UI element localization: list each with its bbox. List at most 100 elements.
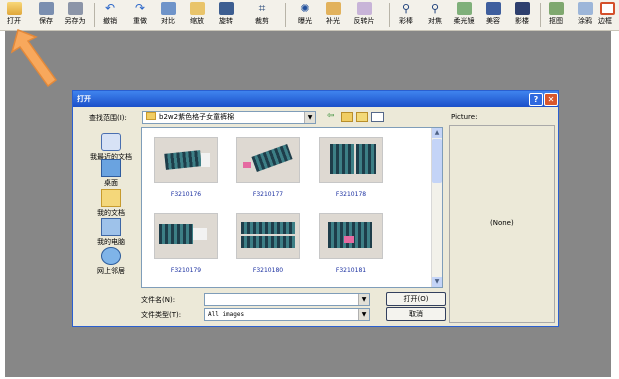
- close-button[interactable]: ✕: [544, 93, 558, 106]
- exposure-icon: ✺: [300, 2, 310, 15]
- pointer-arrow-icon: [10, 28, 58, 88]
- toolbar-exposure-button[interactable]: ✺ 曝光: [292, 1, 318, 29]
- chevron-down-icon[interactable]: ▼: [304, 112, 315, 123]
- file-list-scrollbar[interactable]: ▲ ▼: [431, 128, 442, 287]
- focus-icon: ⚲: [430, 2, 440, 15]
- toolbar-separator: [285, 3, 286, 27]
- filetype-label: 文件类型(T):: [141, 311, 182, 319]
- new-folder-icon[interactable]: [356, 112, 368, 122]
- place-desktop[interactable]: 桌面: [81, 159, 141, 188]
- toolbar-undo-button[interactable]: ↶ 撤销: [97, 1, 123, 29]
- save-as-icon: [67, 2, 83, 15]
- toolbar-save-as-button[interactable]: 另存为: [62, 1, 88, 29]
- filetype-value: All images: [208, 311, 245, 318]
- toolbar-save-button[interactable]: 保存: [33, 1, 59, 29]
- image-thumbnail: [319, 137, 383, 183]
- up-folder-icon[interactable]: [341, 112, 353, 122]
- toolbar-focus-button[interactable]: ⚲ 对焦: [422, 1, 448, 29]
- toolbar-color-wand-button[interactable]: ⚲ 彩棒: [393, 1, 419, 29]
- file-thumbnail[interactable]: F3210180: [236, 213, 300, 274]
- file-name: F3210177: [252, 191, 284, 198]
- open-button[interactable]: 打开(O): [386, 292, 446, 306]
- file-thumbnail[interactable]: F3210177: [236, 137, 300, 198]
- open-folder-icon: [6, 2, 22, 15]
- redo-icon: ↷: [134, 1, 146, 15]
- file-name: F3210180: [252, 267, 284, 274]
- file-thumbnail[interactable]: F3210178: [319, 137, 383, 198]
- toolbar-separator: [540, 3, 541, 27]
- workspace-edge: [611, 31, 619, 379]
- toolbar-open-button[interactable]: 打开: [1, 1, 27, 29]
- view-menu-icon[interactable]: [371, 112, 384, 122]
- rotate-icon: [218, 2, 234, 15]
- chevron-down-icon[interactable]: ▼: [358, 294, 369, 305]
- color-wand-icon: ⚲: [401, 2, 411, 15]
- picture-label: Picture:: [451, 113, 478, 121]
- file-thumbnail[interactable]: F3210181: [319, 213, 383, 274]
- picture-preview: (None): [449, 125, 555, 323]
- filetype-select[interactable]: All images ▼: [204, 308, 370, 321]
- filename-input[interactable]: ▼: [204, 293, 370, 306]
- toolbar-cutout-button[interactable]: 抠图: [543, 1, 569, 29]
- filename-label: 文件名(N):: [141, 296, 176, 304]
- file-name: F3210179: [170, 267, 202, 274]
- save-icon: [38, 2, 54, 15]
- toolbar-beauty-button[interactable]: 美容: [480, 1, 506, 29]
- toolbar-redo-button[interactable]: ↷ 重做: [127, 1, 153, 29]
- cancel-button[interactable]: 取消: [386, 307, 446, 321]
- toolbar-crop-button[interactable]: ⌗ 裁剪: [249, 1, 275, 29]
- file-name: F3210181: [335, 267, 367, 274]
- toolbar-fill-light-button[interactable]: 补光: [320, 1, 346, 29]
- crop-icon: ⌗: [258, 1, 266, 15]
- file-name: F3210178: [335, 191, 367, 198]
- desktop-icon: [101, 159, 121, 177]
- file-name: F3210176: [170, 191, 202, 198]
- toolbar-soft-lens-button[interactable]: 柔光镜: [451, 1, 477, 29]
- main-toolbar: 打开 保存 另存为 ↶ 撤销 ↷ 重做 对比 缩放 旋转 ⌗ 裁剪 ✺ 曝光 补…: [0, 0, 619, 31]
- scroll-up-icon[interactable]: ▲: [432, 128, 442, 138]
- studio-icon: [514, 2, 530, 15]
- chevron-down-icon[interactable]: ▼: [358, 309, 369, 320]
- image-thumbnail: [154, 213, 218, 259]
- file-thumbnail[interactable]: F3210176: [154, 137, 218, 198]
- scrollbar-thumb[interactable]: [432, 139, 442, 183]
- look-in-value: b2w2紫色格子女童裤棉: [159, 113, 235, 121]
- place-my-documents[interactable]: 我的文档: [81, 189, 141, 218]
- resize-icon: [189, 2, 205, 15]
- image-thumbnail: [236, 137, 300, 183]
- dialog-titlebar[interactable]: 打开 ? ✕: [73, 91, 558, 107]
- place-my-computer[interactable]: 我的电脑: [81, 218, 141, 247]
- toolbar-border-button[interactable]: 边框: [598, 1, 619, 29]
- image-thumbnail: [319, 213, 383, 259]
- scroll-down-icon[interactable]: ▼: [432, 277, 442, 287]
- image-thumbnail: [236, 213, 300, 259]
- reversal-film-icon: [356, 2, 372, 15]
- toolbar-studio-button[interactable]: 影楼: [509, 1, 535, 29]
- look-in-select[interactable]: b2w2紫色格子女童裤棉 ▼: [142, 111, 316, 124]
- back-icon[interactable]: ⇦: [327, 111, 335, 121]
- my-documents-icon: [101, 189, 121, 207]
- preview-none-text: (None): [490, 219, 514, 227]
- fill-light-icon: [325, 2, 341, 15]
- toolbar-doodle-button[interactable]: 涂鸦: [572, 1, 598, 29]
- toolbar-separator: [389, 3, 390, 27]
- toolbar-reversal-film-button[interactable]: 反转片: [351, 1, 377, 29]
- toolbar-compare-button[interactable]: 对比: [155, 1, 181, 29]
- network-places-icon: [101, 247, 121, 265]
- place-recent-documents[interactable]: 我最近的文档: [81, 133, 141, 162]
- cutout-icon: [548, 2, 564, 15]
- file-list[interactable]: F3210176 F3210177 F3210178 F3210179 F321…: [141, 127, 443, 288]
- beauty-icon: [485, 2, 501, 15]
- file-thumbnail[interactable]: F3210179: [154, 213, 218, 274]
- recent-documents-icon: [101, 133, 121, 151]
- toolbar-rotate-button[interactable]: 旋转: [213, 1, 239, 29]
- dialog-title: 打开: [77, 95, 91, 103]
- undo-icon: ↶: [104, 1, 116, 15]
- my-computer-icon: [101, 218, 121, 236]
- toolbar-resize-button[interactable]: 缩放: [184, 1, 210, 29]
- place-network-places[interactable]: 网上邻居: [81, 247, 141, 276]
- help-button[interactable]: ?: [529, 93, 543, 106]
- toolbar-separator: [94, 3, 95, 27]
- look-in-label: 查找范围(I):: [89, 114, 127, 122]
- border-icon: [600, 2, 615, 15]
